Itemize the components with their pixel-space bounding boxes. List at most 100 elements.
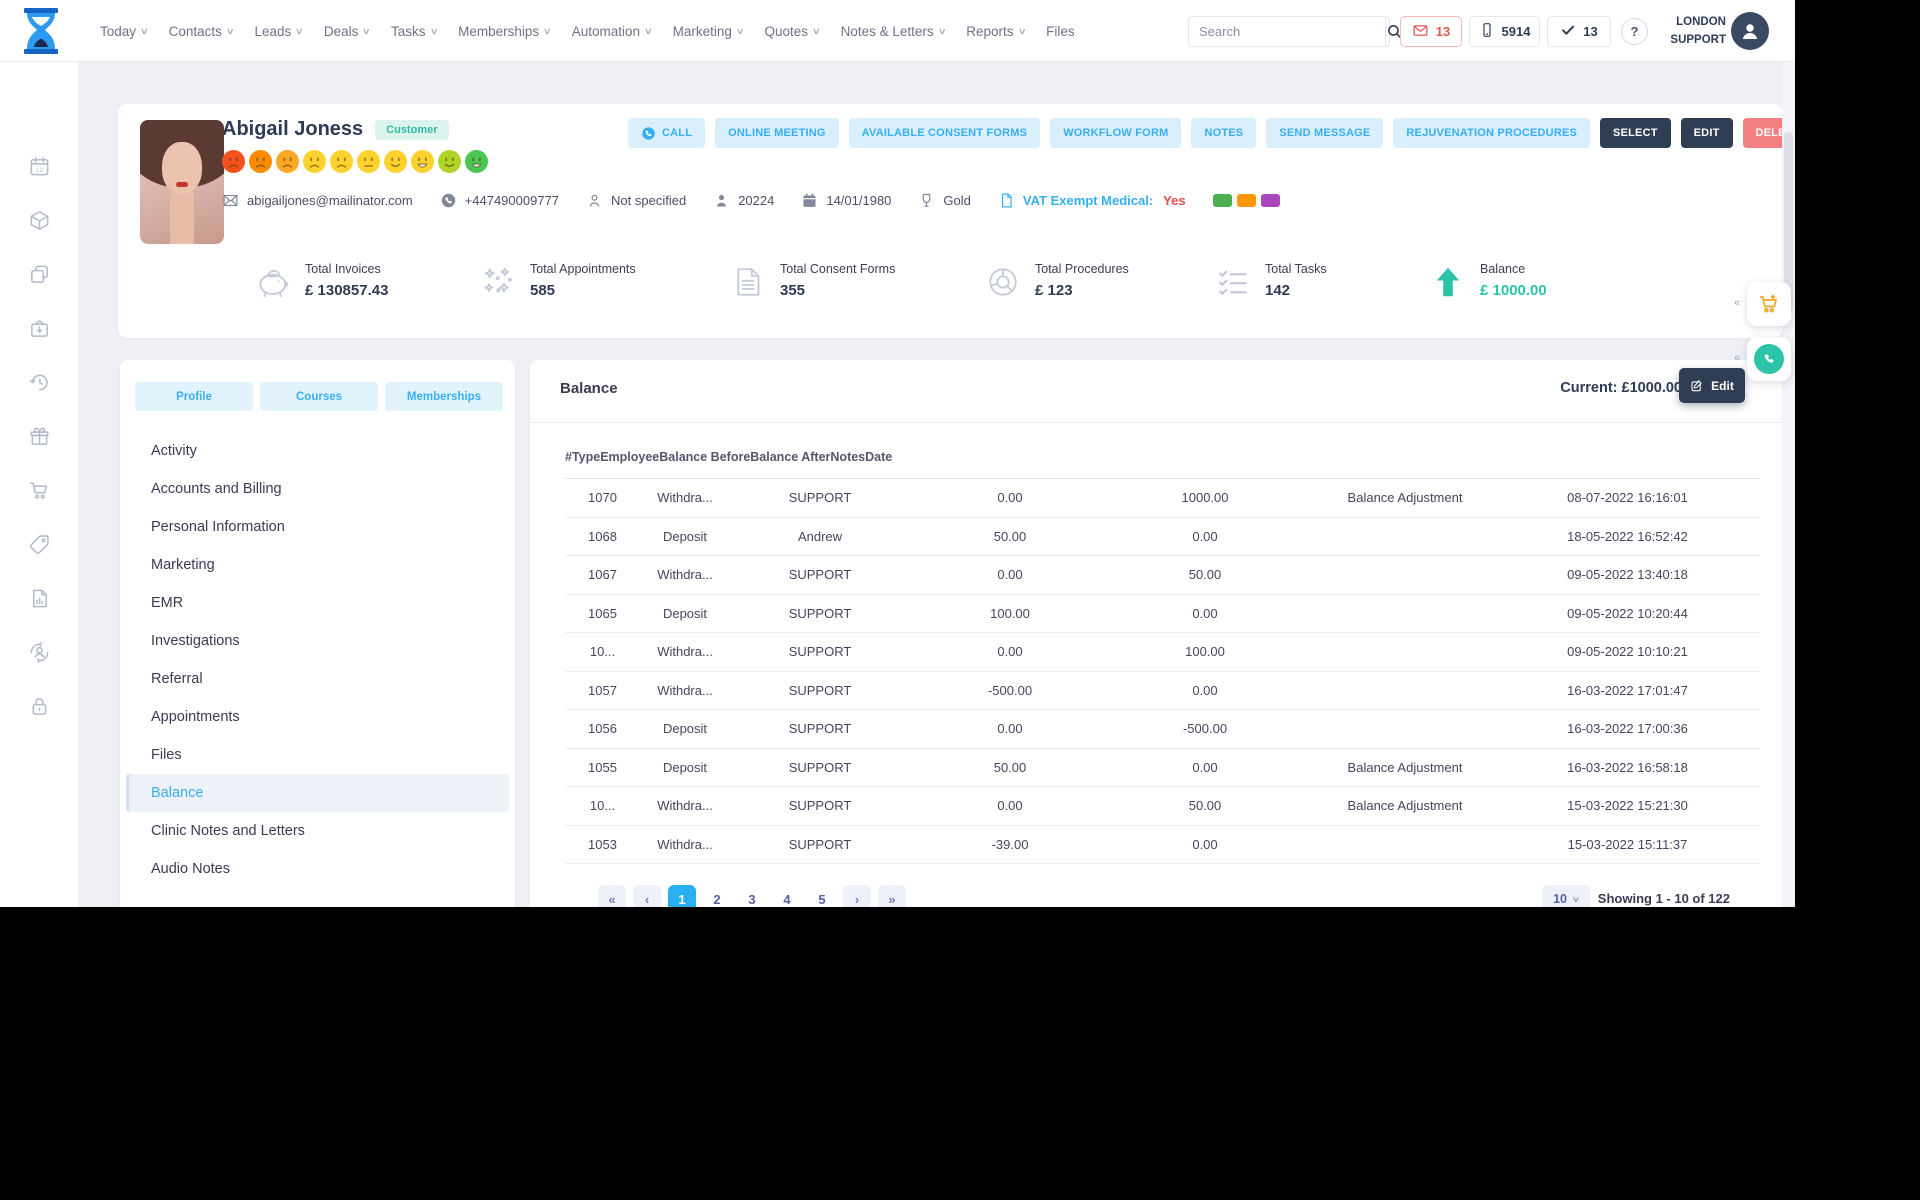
action-button[interactable]: NOTES	[1191, 118, 1257, 148]
profile-tab[interactable]: Profile	[135, 382, 253, 411]
profile-section-item[interactable]: Audio Notes	[126, 850, 509, 888]
action-button[interactable]: CALL	[628, 118, 706, 148]
order-icon[interactable]	[28, 317, 51, 340]
client-email[interactable]: abigailjones@mailinator.com	[222, 192, 413, 209]
nav-item[interactable]: Tasks ∨	[391, 24, 438, 39]
column-header[interactable]: Balance After	[750, 450, 830, 464]
pagination-last[interactable]: »	[878, 885, 906, 907]
emotion-face-icon[interactable]	[357, 150, 380, 173]
nav-item[interactable]: Contacts ∨	[169, 24, 235, 39]
pagination-page[interactable]: 3	[738, 885, 766, 907]
table-row[interactable]: 1053 Withdra... SUPPORT -39.00 0.00 15-0…	[565, 826, 1760, 864]
tasks-badge[interactable]: 13	[1547, 16, 1611, 47]
help-icon[interactable]: ?	[1621, 18, 1648, 45]
nav-item[interactable]: Memberships ∨	[458, 24, 552, 39]
package-icon[interactable]	[28, 209, 51, 232]
table-row[interactable]: 10... Withdra... SUPPORT 0.00 100.00 09-…	[565, 633, 1760, 672]
layers-icon[interactable]	[28, 263, 51, 286]
label-swatch[interactable]	[1212, 194, 1232, 207]
profile-section-item[interactable]: Balance	[126, 774, 509, 812]
profile-section-item[interactable]: Appointments	[126, 698, 509, 736]
scrollbar[interactable]	[1782, 62, 1795, 907]
column-header[interactable]: Type	[572, 450, 600, 464]
profile-section-item[interactable]: Activity	[126, 432, 509, 470]
nav-item[interactable]: Reports ∨	[966, 24, 1026, 39]
profile-section-item[interactable]: Referral	[126, 660, 509, 698]
column-header[interactable]: Balance Before	[659, 450, 750, 464]
pagination-page[interactable]: 4	[773, 885, 801, 907]
pagination-page[interactable]: 1	[668, 885, 696, 907]
cart-icon[interactable]	[28, 479, 51, 502]
lock-icon[interactable]	[28, 695, 51, 718]
client-sync-icon[interactable]	[28, 641, 51, 664]
action-button[interactable]: SELECT	[1600, 118, 1671, 148]
table-row[interactable]: 1068 Deposit Andrew 50.00 0.00 18-05-202…	[565, 518, 1760, 556]
calendar-icon[interactable]: 12	[28, 155, 51, 178]
app-logo-hourglass-icon[interactable]	[18, 7, 64, 55]
nav-item[interactable]: Files ∨	[1046, 24, 1075, 39]
profile-section-item[interactable]: EMR	[126, 584, 509, 622]
action-button[interactable]: WORKFLOW FORM	[1050, 118, 1182, 148]
emotion-face-icon[interactable]	[465, 150, 488, 173]
calls-badge[interactable]: 5914	[1469, 16, 1540, 47]
profile-section-item[interactable]: Investigations	[126, 622, 509, 660]
page-size-select[interactable]: 10 ∨	[1542, 885, 1590, 907]
emotion-face-icon[interactable]	[438, 150, 461, 173]
whatsapp-floating-button[interactable]	[1747, 337, 1791, 381]
emotion-face-icon[interactable]	[330, 150, 353, 173]
action-button[interactable]: EDIT	[1680, 118, 1733, 148]
action-button[interactable]: ONLINE MEETING	[715, 118, 839, 148]
table-row[interactable]: 1057 Withdra... SUPPORT -500.00 0.00 16-…	[565, 672, 1760, 710]
emotion-face-icon[interactable]	[276, 150, 299, 173]
profile-tab[interactable]: Memberships	[385, 382, 503, 411]
nav-item[interactable]: Deals ∨	[324, 24, 371, 39]
pagination-next[interactable]: ›	[843, 885, 871, 907]
profile-section-item[interactable]: Accounts and Billing	[126, 470, 509, 508]
gift-icon[interactable]	[28, 425, 51, 448]
table-row[interactable]: 1056 Deposit SUPPORT 0.00 -500.00 16-03-…	[565, 710, 1760, 749]
inbox-badge[interactable]: 13	[1400, 16, 1462, 47]
tag-icon[interactable]	[28, 533, 51, 556]
column-header[interactable]: Date	[865, 450, 892, 464]
action-button[interactable]: SEND MESSAGE	[1266, 118, 1384, 148]
report-icon[interactable]	[28, 587, 51, 610]
table-row[interactable]: 1055 Deposit SUPPORT 50.00 0.00 Balance …	[565, 749, 1760, 787]
table-row[interactable]: 1070 Withdra... SUPPORT 0.00 1000.00 Bal…	[565, 479, 1760, 518]
shop-cart-floating-button[interactable]	[1747, 282, 1791, 326]
client-phone[interactable]: +447490009777	[440, 192, 559, 209]
pagination-page[interactable]: 2	[703, 885, 731, 907]
table-row[interactable]: 1067 Withdra... SUPPORT 0.00 50.00 09-05…	[565, 556, 1760, 595]
nav-item[interactable]: Automation ∨	[572, 24, 653, 39]
pagination-first[interactable]: «	[598, 885, 626, 907]
nav-item[interactable]: Today ∨	[100, 24, 149, 39]
table-row[interactable]: 1065 Deposit SUPPORT 100.00 0.00 09-05-2…	[565, 595, 1760, 633]
emotion-face-icon[interactable]	[249, 150, 272, 173]
emotion-face-icon[interactable]	[384, 150, 407, 173]
emotion-face-icon[interactable]	[303, 150, 326, 173]
user-avatar[interactable]	[1731, 12, 1769, 50]
column-header[interactable]: Employee	[600, 450, 659, 464]
pagination-page[interactable]: 5	[808, 885, 836, 907]
emotion-face-icon[interactable]	[411, 150, 434, 173]
action-button[interactable]: AVAILABLE CONSENT FORMS	[848, 118, 1041, 148]
emotion-face-icon[interactable]	[222, 150, 245, 173]
edit-balance-button[interactable]: Edit	[1679, 368, 1745, 403]
history-icon[interactable]	[28, 371, 51, 394]
label-swatch[interactable]	[1260, 194, 1280, 207]
collapse-chevron-icon[interactable]: «	[1734, 352, 1746, 364]
vat-exempt-flag[interactable]: VAT Exempt Medical: Yes	[998, 192, 1186, 209]
profile-section-item[interactable]: Files	[126, 736, 509, 774]
column-header[interactable]: Notes	[830, 450, 865, 464]
profile-section-item[interactable]: Clinic Notes and Letters	[126, 812, 509, 850]
nav-item[interactable]: Leads ∨	[255, 24, 305, 39]
collapse-chevron-icon[interactable]: «	[1734, 297, 1746, 309]
search-input[interactable]	[1189, 24, 1385, 39]
table-row[interactable]: 10... Withdra... SUPPORT 0.00 50.00 Bala…	[565, 787, 1760, 826]
action-button[interactable]: REJUVENATION PROCEDURES	[1393, 118, 1591, 148]
profile-section-item[interactable]: Personal Information	[126, 508, 509, 546]
column-header[interactable]: #	[565, 450, 572, 464]
client-photo[interactable]	[140, 120, 224, 244]
profile-tab[interactable]: Courses	[260, 382, 378, 411]
pagination-prev[interactable]: ‹	[633, 885, 661, 907]
nav-item[interactable]: Marketing ∨	[673, 24, 745, 39]
